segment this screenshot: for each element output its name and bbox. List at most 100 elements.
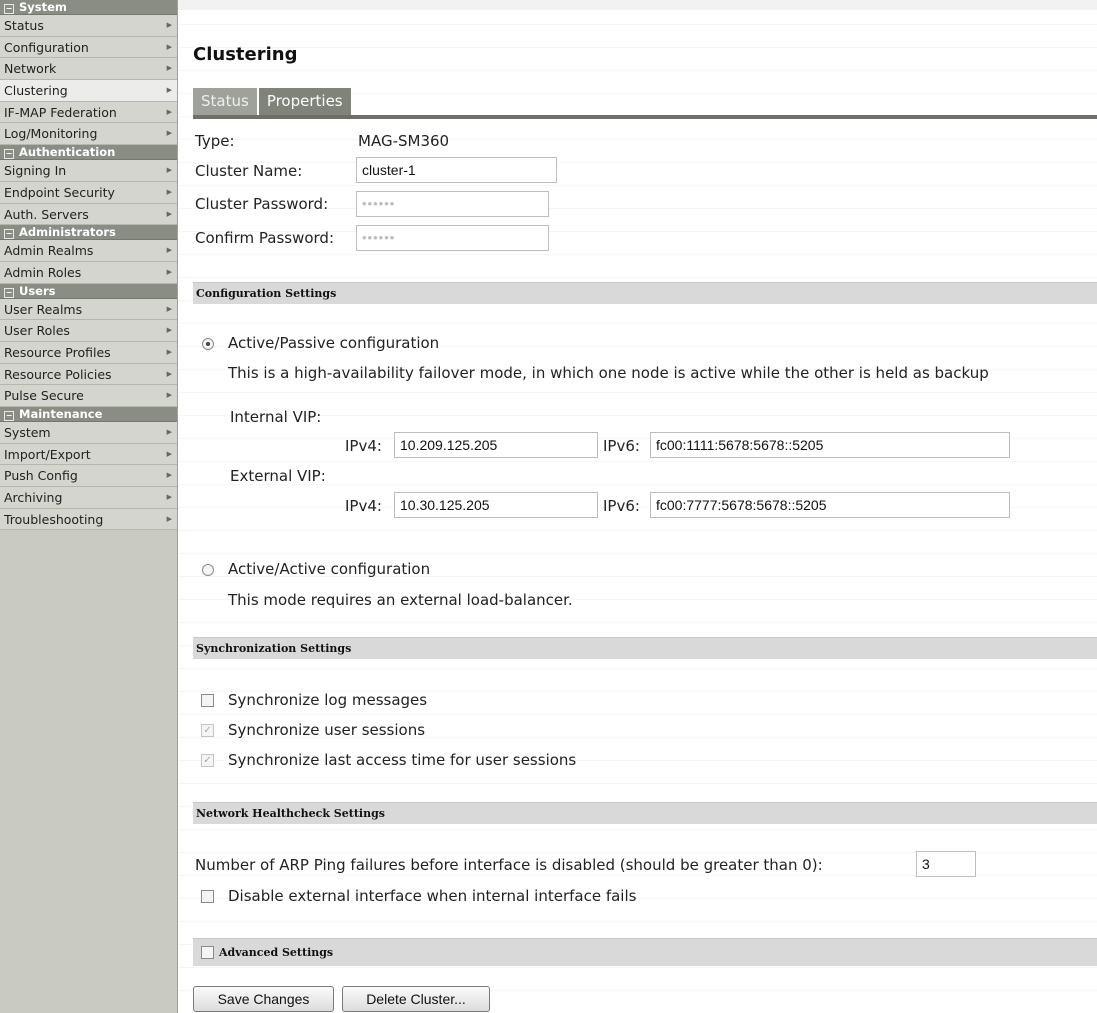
sidebar-item-label: Clustering — [4, 83, 68, 99]
advanced-settings-checkbox[interactable] — [201, 946, 214, 959]
sidebar-section-administrators[interactable]: − Administrators — [0, 225, 177, 241]
chevron-right-icon: ▶ — [166, 369, 172, 378]
sidebar-section-title: System — [19, 0, 67, 14]
sidebar-item-label: Resource Policies — [4, 366, 112, 382]
advanced-settings-bar: Advanced Settings — [193, 938, 1097, 966]
arp-ping-failures-input[interactable]: 3 — [916, 851, 976, 877]
external-ipv6-input[interactable]: fc00:7777:5678:5678::5205 — [650, 492, 1010, 518]
external-vip-label: External VIP: — [230, 467, 326, 485]
delete-cluster-button[interactable]: Delete Cluster... — [342, 986, 490, 1012]
sidebar-item-status[interactable]: Status ▶ — [0, 15, 177, 37]
active-passive-radio[interactable] — [202, 338, 214, 350]
sidebar-item-clustering[interactable]: Clustering ▶ — [0, 80, 177, 102]
chevron-right-icon: ▶ — [166, 493, 172, 502]
sidebar-section-users[interactable]: − Users — [0, 283, 177, 299]
chevron-right-icon: ▶ — [166, 64, 172, 73]
sidebar-item-troubleshooting[interactable]: Troubleshooting ▶ — [0, 508, 177, 531]
active-active-description: This mode requires an external load-bala… — [228, 591, 573, 609]
internal-ipv4-input[interactable]: 10.209.125.205 — [394, 432, 598, 458]
save-changes-button[interactable]: Save Changes — [193, 986, 334, 1012]
configuration-settings-header: Configuration Settings — [193, 282, 1097, 304]
sidebar-item-label: Troubleshooting — [4, 511, 104, 527]
disable-external-checkbox[interactable] — [201, 890, 214, 903]
sidebar-item-auth-servers[interactable]: Auth. Servers ▶ — [0, 203, 177, 226]
sidebar-item-import-export[interactable]: Import/Export ▶ — [0, 443, 177, 466]
collapse-icon[interactable]: − — [4, 287, 14, 298]
cluster-password-input[interactable]: •••••• — [356, 191, 549, 217]
sidebar-item-user-roles[interactable]: User Roles ▶ — [0, 320, 177, 342]
collapse-icon[interactable]: − — [4, 229, 14, 240]
sidebar-item-archiving[interactable]: Archiving ▶ — [0, 487, 177, 509]
chevron-right-icon: ▶ — [166, 449, 172, 458]
sidebar-item-label: Auth. Servers — [4, 206, 89, 222]
sync-user-sessions-label: Synchronize user sessions — [228, 721, 426, 739]
external-ipv4-input[interactable]: 10.30.125.205 — [394, 492, 598, 518]
sidebar-item-label: Configuration — [4, 39, 89, 55]
network-healthcheck-header: Network Healthcheck Settings — [193, 802, 1097, 824]
sidebar-item-configuration[interactable]: Configuration ▶ — [0, 36, 177, 59]
cluster-password-label: Cluster Password: — [195, 195, 329, 213]
active-active-label: Active/Active configuration — [228, 560, 431, 578]
sidebar-item-if-map-federation[interactable]: IF-MAP Federation ▶ — [0, 101, 177, 124]
sidebar-item-label: Import/Export — [4, 446, 91, 462]
chevron-right-icon: ▶ — [166, 187, 172, 196]
cluster-name-label: Cluster Name: — [195, 162, 303, 180]
sidebar-item-pulse-secure[interactable]: Pulse Secure ▶ — [0, 385, 177, 407]
tab-status[interactable]: Status — [193, 88, 257, 115]
sidebar-item-push-config[interactable]: Push Config ▶ — [0, 465, 177, 488]
sidebar-section-system[interactable]: − System — [0, 0, 177, 15]
sidebar-item-label: Endpoint Security — [4, 184, 115, 200]
sidebar-section-title: Authentication — [19, 145, 116, 160]
collapse-icon[interactable]: − — [4, 149, 14, 160]
sidebar-item-signing-in[interactable]: Signing In ▶ — [0, 160, 177, 182]
internal-vip-label: Internal VIP: — [230, 408, 322, 426]
sidebar-item-label: Resource Profiles — [4, 344, 111, 360]
active-passive-label: Active/Passive configuration — [228, 334, 440, 352]
chevron-right-icon: ▶ — [166, 267, 172, 276]
sync-user-sessions-checkbox[interactable]: ✓ — [201, 724, 214, 737]
sidebar-item-admin-realms[interactable]: Admin Realms ▶ — [0, 240, 177, 262]
internal-ipv6-input[interactable]: fc00:1111:5678:5678::5205 — [650, 432, 1010, 458]
confirm-password-input[interactable]: •••••• — [356, 225, 549, 251]
sidebar-item-resource-policies[interactable]: Resource Policies ▶ — [0, 363, 177, 386]
chevron-right-icon: ▶ — [166, 107, 172, 116]
sidebar-item-label: Log/Monitoring — [4, 126, 98, 142]
type-value: MAG-SM360 — [358, 132, 450, 150]
chevron-right-icon: ▶ — [166, 86, 172, 95]
sidebar-item-endpoint-security[interactable]: Endpoint Security ▶ — [0, 181, 177, 204]
sidebar-item-label: Push Config — [4, 468, 78, 484]
sync-last-access-label: Synchronize last access time for user se… — [228, 751, 577, 769]
cluster-name-input[interactable]: cluster-1 — [356, 157, 557, 183]
sidebar-item-log-monitoring[interactable]: Log/Monitoring ▶ — [0, 123, 177, 146]
main-content: Clustering Status Properties Type: MAG-SM… — [178, 0, 1097, 1013]
sync-last-access-checkbox[interactable]: ✓ — [201, 754, 214, 767]
collapse-icon[interactable]: − — [4, 4, 14, 14]
sidebar-section-authentication[interactable]: − Authentication — [0, 145, 177, 161]
sidebar-item-resource-profiles[interactable]: Resource Profiles ▶ — [0, 341, 177, 364]
sidebar-section-title: Administrators — [19, 225, 116, 240]
sidebar-item-label: System — [4, 425, 51, 440]
sidebar-item-user-realms[interactable]: User Realms ▶ — [0, 298, 177, 321]
sidebar-item-system[interactable]: System ▶ — [0, 422, 177, 444]
sidebar-nav: − System Status ▶ Configuration ▶ Network ▶ Clus… — [0, 0, 178, 1013]
page-title: Clustering — [193, 44, 298, 65]
tab-bar: Status Properties — [193, 88, 353, 115]
tab-underline — [193, 115, 1097, 119]
chevron-right-icon: ▶ — [166, 246, 172, 255]
sidebar-item-admin-roles[interactable]: Admin Roles ▶ — [0, 261, 177, 284]
chevron-right-icon: ▶ — [166, 471, 172, 480]
tab-properties[interactable]: Properties — [258, 88, 351, 115]
sync-log-messages-label: Synchronize log messages — [228, 691, 428, 709]
sync-log-messages-checkbox[interactable] — [201, 694, 214, 707]
chevron-right-icon: ▶ — [166, 304, 172, 313]
chevron-right-icon: ▶ — [166, 326, 172, 335]
sidebar-item-label: Network — [4, 61, 57, 77]
external-ipv6-label: IPv6: — [603, 497, 640, 515]
sidebar-item-network[interactable]: Network ▶ — [0, 58, 177, 81]
sidebar-section-maintenance[interactable]: − Maintenance — [0, 407, 177, 422]
sidebar-item-label: User Roles — [4, 323, 70, 339]
active-active-radio[interactable] — [202, 564, 214, 576]
collapse-icon[interactable]: − — [4, 411, 14, 421]
chevron-right-icon: ▶ — [166, 209, 172, 218]
internal-ipv4-label: IPv4: — [345, 437, 382, 455]
